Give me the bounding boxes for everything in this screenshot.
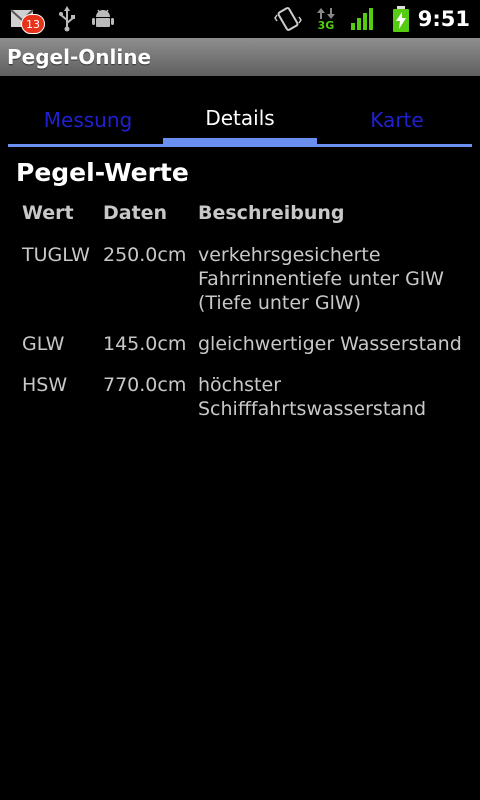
android-debug-icon (90, 0, 116, 38)
vibrate-icon (273, 0, 303, 38)
column-header-beschreibung: Beschreibung (198, 202, 345, 224)
cell-beschreibung: höchster Schifffahrtswasserstand (198, 373, 468, 421)
cell-wert: HSW (22, 374, 68, 396)
column-header-daten: Daten (103, 202, 168, 224)
description-line: gleichwertiger Wasserstand (198, 333, 462, 355)
description-line: höchster (198, 374, 282, 396)
tab-details[interactable]: Details (163, 96, 317, 144)
tab-karte[interactable]: Karte (320, 96, 474, 144)
section-title: Pegel-Werte (16, 158, 189, 187)
column-header-wert: Wert (22, 202, 74, 224)
notification-count-badge: 13 (21, 14, 45, 34)
signal-icon (349, 0, 377, 38)
cell-daten: 250.0cm (103, 244, 187, 266)
data-transfer-icon: 3G (313, 0, 339, 38)
app-title-bar: Pegel-Online (0, 38, 480, 76)
description-line: Fahrrinnentiefe unter GlW (198, 268, 444, 290)
battery-charging-icon (389, 0, 413, 38)
tab-bar: Messung Details Karte (8, 96, 472, 148)
tab-underline (8, 144, 472, 147)
app-title: Pegel-Online (7, 45, 152, 69)
cell-beschreibung: verkehrsgesicherte Fahrrinnentiefe unter… (198, 243, 468, 315)
status-bar: 13 3G 9:51 (0, 0, 480, 38)
network-type-label: 3G (317, 18, 335, 32)
tab-messung[interactable]: Messung (11, 96, 165, 144)
cell-wert: GLW (22, 333, 65, 355)
cell-beschreibung: gleichwertiger Wasserstand (198, 332, 468, 356)
cell-daten: 770.0cm (103, 374, 187, 396)
description-line: (Tiefe unter GlW) (198, 292, 362, 314)
clock-time: 9:51 (417, 7, 470, 31)
usb-icon (55, 0, 79, 38)
description-line: Schifffahrtswasserstand (198, 398, 427, 420)
cell-daten: 145.0cm (103, 333, 187, 355)
description-line: verkehrsgesicherte (198, 244, 381, 266)
cell-wert: TUGLW (22, 244, 90, 266)
